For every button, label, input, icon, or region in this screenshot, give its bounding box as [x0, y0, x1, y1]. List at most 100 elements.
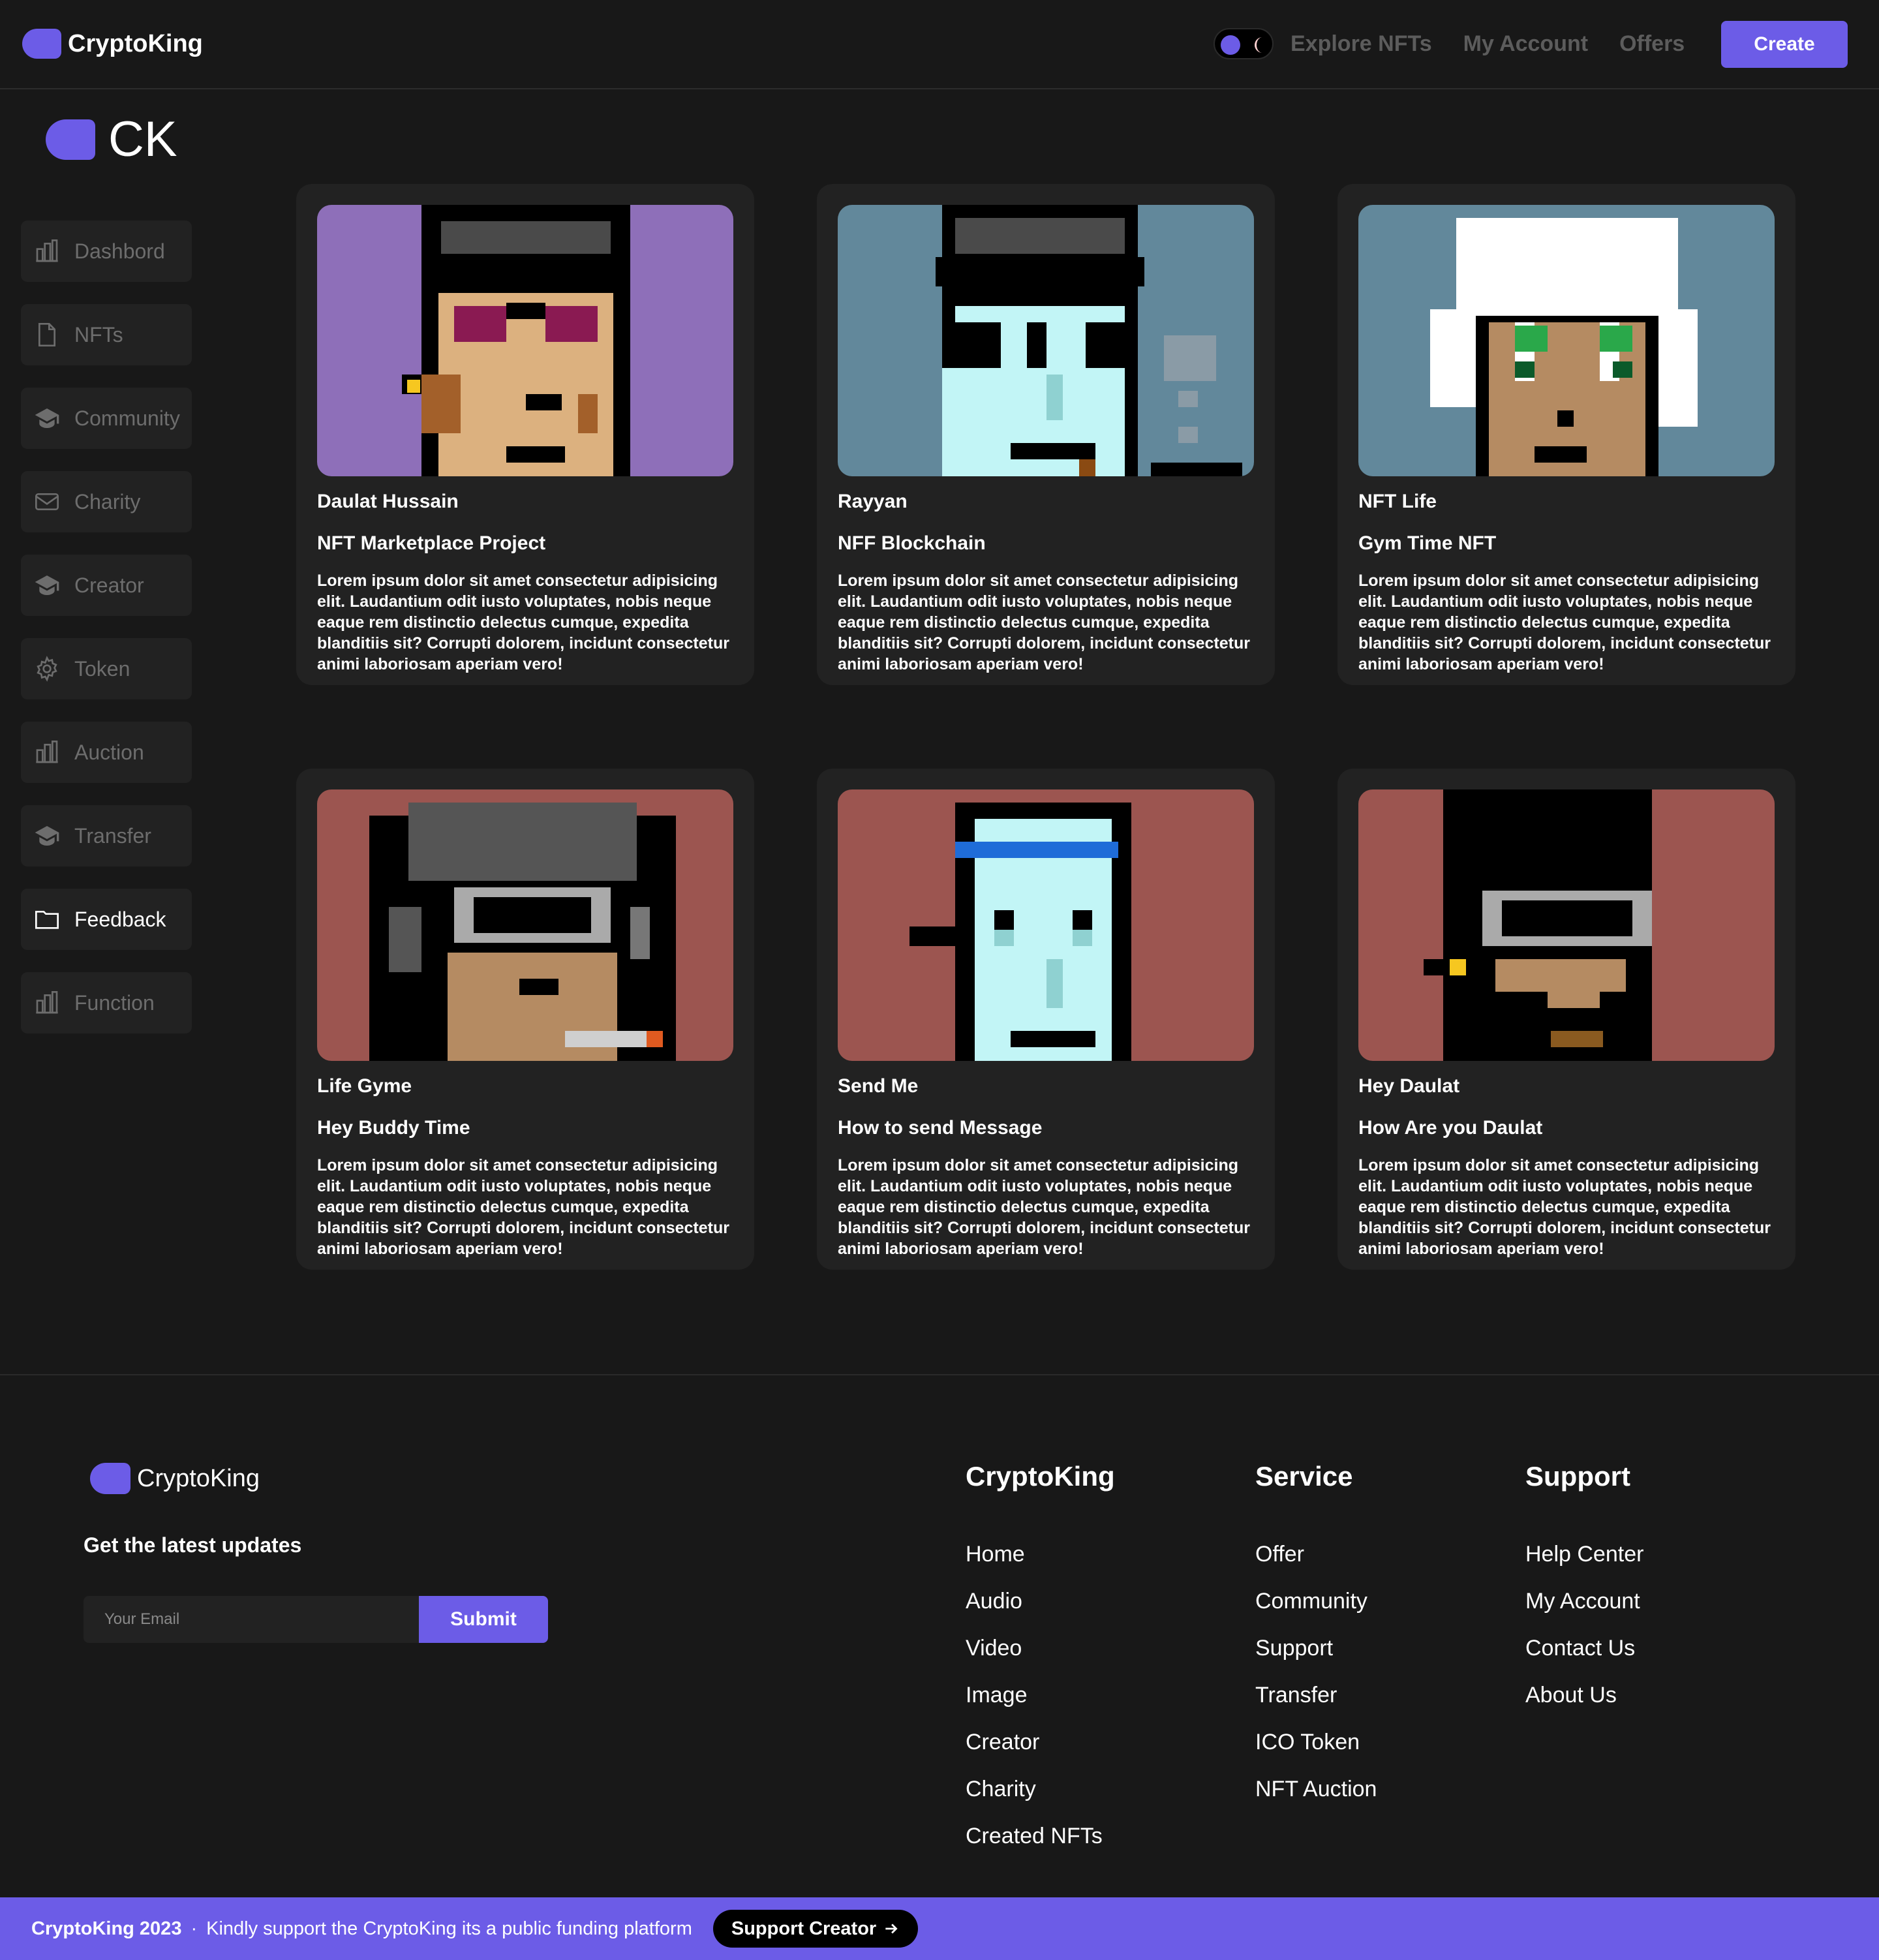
sidebar-item-label: Function — [74, 990, 155, 1015]
pixel-art-sunglasses-punk — [317, 205, 733, 476]
footer-divider — [0, 1374, 1879, 1375]
footer-link-charity[interactable]: Charity — [966, 1766, 1115, 1813]
footer-link-support[interactable]: Support — [1255, 1625, 1377, 1672]
card-author: Life Gyme — [317, 1075, 412, 1097]
support-banner: CryptoKing 2023 · Kindly support the Cry… — [0, 1897, 1879, 1960]
card-description: Lorem ipsum dolor sit amet consectetur a… — [838, 572, 1250, 673]
nft-card[interactable]: Life Gyme Hey Buddy Time Lorem ipsum dol… — [296, 769, 754, 1270]
pixel-art-white-hair-punk — [1358, 205, 1775, 476]
pixel-art-headband-alien — [838, 789, 1254, 1061]
nav-offers[interactable]: Offers — [1619, 29, 1685, 59]
footer-column-title: Service — [1255, 1461, 1353, 1492]
email-input[interactable] — [84, 1596, 419, 1643]
create-button[interactable]: Create — [1721, 21, 1848, 68]
card-description: Lorem ipsum dolor sit amet consectetur a… — [1358, 572, 1771, 673]
nft-image — [1358, 205, 1775, 476]
pixel-art-dark-hair-punk — [1358, 789, 1775, 1061]
sidebar-item-label: Feedback — [74, 907, 166, 931]
card-description: Lorem ipsum dolor sit amet consectetur a… — [317, 572, 729, 673]
sidebar-item-feedback[interactable]: Feedback — [21, 889, 192, 950]
logo-icon — [46, 119, 95, 160]
card-title: Gym Time NFT — [1358, 532, 1497, 554]
gear-icon — [37, 656, 57, 682]
footer-column-title: CryptoKing — [966, 1461, 1115, 1492]
brand-logo[interactable]: CryptoKing — [22, 29, 203, 59]
pixel-art-goggles-punk — [317, 789, 733, 1061]
nav-my-account[interactable]: My Account — [1463, 29, 1588, 59]
footer-link-home[interactable]: Home — [966, 1531, 1115, 1578]
card-title: How to send Message — [838, 1117, 1043, 1139]
pixel-art-blue-alien-punk — [838, 205, 1254, 476]
chart-icon — [36, 991, 58, 1014]
footer-link-audio[interactable]: Audio — [966, 1578, 1115, 1625]
sidebar-item-label: Community — [74, 406, 180, 430]
submit-button[interactable]: Submit — [419, 1596, 548, 1643]
graduation-cap-icon — [35, 826, 59, 846]
sidebar-item-dashbord[interactable]: Dashbord — [21, 221, 192, 282]
chart-icon — [36, 741, 58, 763]
moon-icon — [1255, 37, 1262, 53]
footer-column-service: Service Offer Community Support Transfer… — [1255, 1459, 1377, 1813]
sidebar-item-label: NFTs — [74, 322, 123, 346]
footer-link-creator[interactable]: Creator — [966, 1719, 1115, 1766]
footer-brand[interactable]: CryptoKing — [84, 1463, 260, 1494]
sidebar-item-label: Creator — [74, 573, 144, 597]
sidebar-item-auction[interactable]: Auction — [21, 722, 192, 783]
footer-link-community[interactable]: Community — [1255, 1578, 1377, 1625]
sidebar-item-token[interactable]: Token — [21, 638, 192, 699]
footer-link-offer[interactable]: Offer — [1255, 1531, 1377, 1578]
sidebar-logo[interactable]: CK — [46, 115, 177, 164]
footer-column-cryptoking: CryptoKing Home Audio Video Image Creato… — [966, 1459, 1115, 1860]
sidebar-item-creator[interactable]: Creator — [21, 555, 192, 616]
file-icon — [38, 323, 55, 346]
newsletter-heading: Get the latest updates — [84, 1533, 302, 1557]
footer-link-help-center[interactable]: Help Center — [1525, 1531, 1643, 1578]
nft-card[interactable]: NFT Life Gym Time NFT Lorem ipsum dolor … — [1337, 184, 1795, 685]
sidebar-item-function[interactable]: Function — [21, 972, 192, 1034]
nft-image — [838, 205, 1254, 476]
support-creator-button[interactable]: Support Creator — [712, 1910, 919, 1948]
support-creator-label: Support Creator — [731, 1918, 877, 1939]
top-navbar: CryptoKing Explore NFTs My Account Offer… — [0, 0, 1879, 89]
card-title: Hey Buddy Time — [317, 1117, 470, 1139]
footer-link-transfer[interactable]: Transfer — [1255, 1672, 1377, 1719]
nav-explore-nfts[interactable]: Explore NFTs — [1291, 29, 1432, 59]
card-author: Rayyan — [838, 491, 908, 512]
sidebar-item-label: Token — [74, 656, 130, 681]
card-title: NFT Marketplace Project — [317, 532, 546, 554]
nft-image — [1358, 789, 1775, 1061]
theme-toggle[interactable] — [1214, 28, 1274, 59]
footer-link-video[interactable]: Video — [966, 1625, 1115, 1672]
toggle-knob — [1221, 35, 1240, 55]
graduation-cap-icon — [35, 408, 59, 428]
footer-link-image[interactable]: Image — [966, 1672, 1115, 1719]
footer-brand-name: CryptoKing — [137, 1464, 260, 1492]
footer-link-nft-auction[interactable]: NFT Auction — [1255, 1766, 1377, 1813]
nft-image — [317, 205, 733, 476]
banner-message: Kindly support the CryptoKing its a publ… — [206, 1918, 692, 1939]
nft-card[interactable]: Daulat Hussain NFT Marketplace Project L… — [296, 184, 754, 685]
card-title: How Are you Daulat — [1358, 1117, 1543, 1139]
footer-link-about-us[interactable]: About Us — [1525, 1672, 1643, 1719]
footer-link-ico-token[interactable]: ICO Token — [1255, 1719, 1377, 1766]
sidebar-logo-text: CK — [108, 112, 177, 167]
sidebar-item-label: Auction — [74, 740, 144, 764]
nft-card[interactable]: Rayyan NFF Blockchain Lorem ipsum dolor … — [817, 184, 1275, 685]
copyright-text: CryptoKing 2023 — [31, 1918, 182, 1939]
nft-card[interactable]: Hey Daulat How Are you Daulat Lorem ipsu… — [1337, 769, 1795, 1270]
footer-link-my-account[interactable]: My Account — [1525, 1578, 1643, 1625]
sidebar-item-transfer[interactable]: Transfer — [21, 805, 192, 866]
sidebar-item-community[interactable]: Community — [21, 388, 192, 449]
sidebar-item-nfts[interactable]: NFTs — [21, 304, 192, 365]
logo-icon — [90, 1463, 130, 1494]
card-title: NFF Blockchain — [838, 532, 986, 554]
footer-column-title: Support — [1525, 1461, 1630, 1492]
nft-card[interactable]: Send Me How to send Message Lorem ipsum … — [817, 769, 1275, 1270]
card-author: Daulat Hussain — [317, 491, 459, 512]
footer-link-created-nfts[interactable]: Created NFTs — [966, 1813, 1115, 1860]
sidebar-item-charity[interactable]: Charity — [21, 471, 192, 532]
footer-link-contact-us[interactable]: Contact Us — [1525, 1625, 1643, 1672]
card-author: NFT Life — [1358, 491, 1437, 512]
sidebar: Dashbord NFTs Community Charity Creator … — [21, 221, 192, 1056]
nft-image — [317, 789, 733, 1061]
